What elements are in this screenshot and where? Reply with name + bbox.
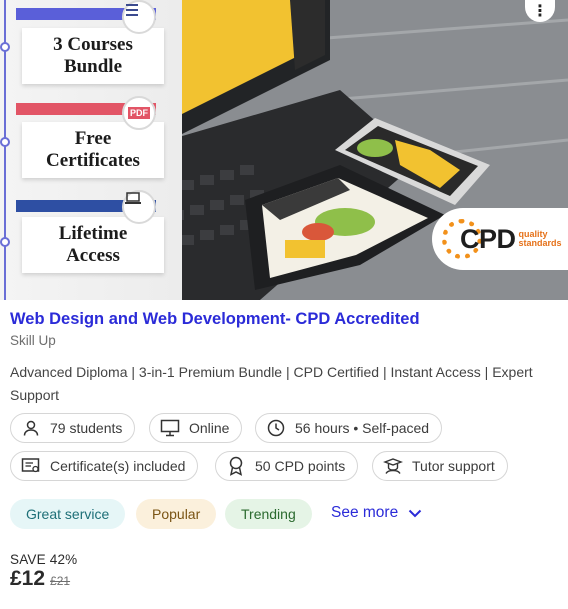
- cpd-badge: CPD quality standards: [432, 208, 568, 270]
- list-icon: [122, 0, 156, 34]
- course-title-link[interactable]: Web Design and Web Development- CPD Accr…: [10, 310, 420, 329]
- chip-label: Certificate(s) included: [50, 458, 186, 474]
- chip-certificate: Certificate(s) included: [10, 451, 199, 481]
- price-block: £12 £21: [10, 567, 70, 591]
- chevron-down-icon: [408, 509, 422, 517]
- cpd-badge-text: CPD: [460, 223, 516, 254]
- award-icon: [226, 456, 246, 476]
- tag-trending: Trending: [225, 499, 312, 529]
- original-price: £21: [50, 574, 71, 588]
- monitor-icon: [160, 418, 180, 438]
- chip-label: Tutor support: [412, 458, 495, 474]
- chip-label: 79 students: [50, 420, 123, 436]
- feature-banner-certificates: Free Certificates: [22, 122, 164, 178]
- tag-great-service: Great service: [10, 499, 126, 529]
- see-more-label: See more: [331, 504, 399, 521]
- certificate-icon: [21, 456, 41, 476]
- chip-delivery: Online: [149, 413, 243, 443]
- chip-tutor-support: Tutor support: [372, 451, 508, 481]
- timeline-dot: [0, 237, 10, 247]
- chip-label: 56 hours • Self-paced: [295, 420, 430, 436]
- person-icon: [21, 418, 41, 438]
- cpd-badge-subtext: quality standards: [518, 229, 562, 248]
- chip-students: 79 students: [10, 413, 136, 443]
- tutor-icon: [383, 456, 403, 476]
- laptop-icon: [122, 190, 156, 224]
- course-hero-image[interactable]: 3 Courses Bundle Free Certificates PDF L…: [0, 0, 568, 300]
- course-description: Advanced Diploma | 3-in-1 Premium Bundle…: [10, 364, 533, 403]
- feature-panel: 3 Courses Bundle Free Certificates PDF L…: [0, 0, 182, 300]
- chip-cpd-points: 50 CPD points: [215, 451, 359, 481]
- discount-label: SAVE 42%: [10, 552, 78, 567]
- see-more-button[interactable]: See more: [331, 504, 422, 522]
- pdf-icon: PDF: [122, 96, 156, 130]
- pdf-icon-label: PDF: [128, 107, 150, 119]
- timeline-dot: [0, 137, 10, 147]
- tag-popular: Popular: [136, 499, 217, 529]
- kebab-menu-icon: ⋮: [532, 3, 548, 20]
- feature-banner-access: Lifetime Access: [22, 217, 164, 273]
- feature-banner-courses: 3 Courses Bundle: [22, 28, 164, 84]
- clock-icon: [266, 418, 286, 438]
- chip-label: Online: [189, 420, 230, 436]
- timeline-dot: [0, 42, 10, 52]
- chip-duration: 56 hours • Self-paced: [255, 413, 443, 443]
- chip-label: 50 CPD points: [255, 458, 346, 474]
- current-price: £12: [10, 567, 46, 590]
- course-provider[interactable]: Skill Up: [10, 333, 56, 348]
